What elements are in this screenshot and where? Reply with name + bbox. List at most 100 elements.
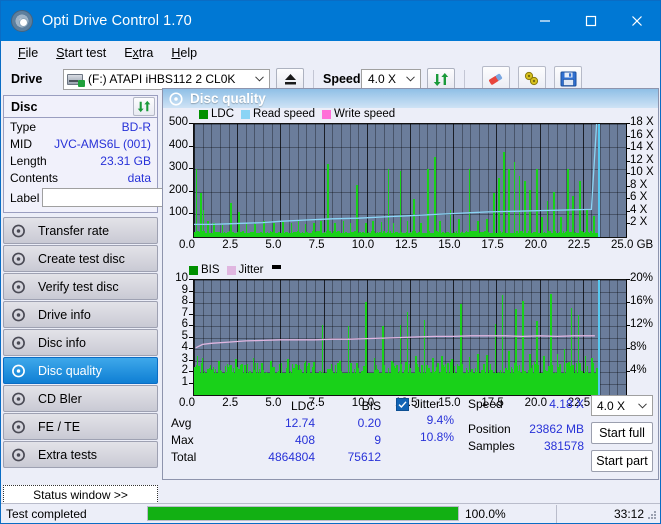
disc-label-key: Label <box>10 190 40 205</box>
sidebar-item-transfer-rate[interactable]: Transfer rate <box>3 217 158 244</box>
legend-item-bis: BIS <box>189 264 220 276</box>
stats-row-max: Max 408 9 <box>171 433 401 447</box>
speed-stat-value: 4.18 X <box>549 397 584 411</box>
test-speed-value: 4.0 X <box>597 398 626 413</box>
jitter-checkbox[interactable] <box>396 397 409 411</box>
disc-row-value: data <box>127 170 151 185</box>
speed-label: Speed <box>323 72 361 86</box>
stats-row-avg: Avg 12.74 0.20 <box>171 416 401 430</box>
stats-value-bis: 9 <box>374 433 381 447</box>
disc-icon <box>12 252 25 265</box>
sidebar-item-fe-te[interactable]: FE / TE <box>3 413 158 440</box>
chart2-legend: BIS Jitter <box>189 264 282 276</box>
eject-icon <box>284 73 296 84</box>
disc-icon <box>12 308 25 321</box>
disc-icon <box>169 91 183 106</box>
y-axis-tick-label: 100 <box>168 206 188 219</box>
stats-row-label: Total <box>171 450 197 464</box>
status-bar: Test completed 100.0% 33:12 <box>1 503 660 523</box>
resize-grip-icon[interactable] <box>646 509 657 520</box>
stats-row-label: Avg <box>171 416 192 430</box>
sidebar-item-label: FE / TE <box>38 419 81 434</box>
progress-percent: 100.0% <box>459 504 557 523</box>
speed-select[interactable]: 4.0 X <box>361 68 421 90</box>
x-axis-tick-label: 17.5 <box>481 239 504 251</box>
disc-row-key: Type <box>10 119 37 134</box>
sidebar-item-disc-quality[interactable]: Disc quality <box>3 357 158 384</box>
disc-row-value: BD-R <box>121 119 151 134</box>
y-axis-tick-mark <box>189 168 193 170</box>
sidebar-item-label: Create test disc <box>38 251 125 266</box>
y2-axis-tick-label: 16 X <box>630 128 654 141</box>
legend-marker-black <box>272 265 282 269</box>
panel-header: Disc quality <box>163 89 658 108</box>
check-icon <box>398 400 407 408</box>
window-controls <box>522 1 660 41</box>
y2-axis-tick-label: 4% <box>630 364 647 376</box>
x-axis-tick-label: 10.0 <box>351 239 375 251</box>
y2-axis-tick-label: 6 X <box>630 191 648 204</box>
app-icon <box>11 10 33 32</box>
stats-value-ldc: 408 <box>294 433 315 447</box>
disc-refresh-button[interactable] <box>133 97 155 116</box>
disc-row-value: 23.31 GB <box>100 153 151 168</box>
y-axis-tick-label: 6 <box>181 318 188 330</box>
toolbar-divider-2 <box>464 70 465 88</box>
sidebar-item-cd-bler[interactable]: CD Bler <box>3 385 158 412</box>
y2-axis-tick-mark <box>626 160 630 162</box>
end-of-data-marker <box>598 280 600 395</box>
y2-axis-tick-mark <box>626 348 630 349</box>
menu-item-extra[interactable]: Extra <box>115 44 162 62</box>
sidebar-item-label: Verify test disc <box>38 279 119 294</box>
y-axis-tick-mark <box>189 371 193 372</box>
chevron-down-icon <box>406 76 415 82</box>
sidebar-item-extra-tests[interactable]: Extra tests <box>3 441 158 468</box>
menu-item-help[interactable]: Help <box>162 44 206 62</box>
status-window-label: Status window >> <box>33 487 128 502</box>
menu-item-file[interactable]: FFileile <box>9 44 47 62</box>
disc-row-value: JVC-AMS6L (001) <box>54 136 151 151</box>
stats-value-bis: 0.20 <box>357 416 381 430</box>
menu-item-start-test[interactable]: Start test <box>47 44 115 62</box>
sidebar-item-create-test-disc[interactable]: Create test disc <box>3 245 158 272</box>
y2-axis-tick-mark <box>626 302 630 303</box>
y-axis-tick-label: 4 <box>181 341 188 353</box>
disc-row-key: MID <box>10 136 32 151</box>
sidebar-item-label: Disc info <box>38 335 86 350</box>
elapsed-time: 33:12 <box>613 506 644 521</box>
x-axis-tick-label: 12.5 <box>395 239 418 251</box>
y-axis-tick-mark <box>189 348 193 349</box>
start-part-button[interactable]: Start part <box>591 450 653 472</box>
start-full-button[interactable]: Start full <box>591 422 653 444</box>
legend-swatch-read-speed <box>241 109 251 119</box>
x-axis-tick-label: 5.0 <box>265 239 282 251</box>
y-axis-tick-mark <box>189 290 193 292</box>
status-window-button[interactable]: Status window >> <box>3 485 158 504</box>
close-icon[interactable] <box>614 1 660 41</box>
minimize-icon[interactable] <box>522 1 568 41</box>
app-window: Opti Drive Control 1.70 FFileile Start t… <box>0 0 661 524</box>
nav-list: Transfer rate Create test disc Verify te… <box>3 217 158 468</box>
chart-ldc-readspeed: LDC Read speed Write speed 100 200 300 400 5… <box>163 108 658 256</box>
y2-axis-tick-mark <box>626 173 630 175</box>
test-speed-select[interactable]: 4.0 X <box>591 395 653 416</box>
y-axis-tick-mark <box>189 359 193 361</box>
disc-row-key: Length <box>10 153 47 168</box>
chevron-down-icon <box>638 402 647 409</box>
stats-row-samples: Samples 381578 <box>468 439 588 453</box>
progress-bar-fill <box>148 507 458 520</box>
sidebar-item-disc-info[interactable]: Disc info <box>3 329 158 356</box>
sidebar-item-drive-info[interactable]: Drive info <box>3 301 158 328</box>
x-axis-tick-label: 25.0 GB <box>611 239 654 251</box>
x-axis-tick-label: 2.5 <box>222 239 239 251</box>
stats-row-position: Position 23862 MB <box>468 422 588 436</box>
end-of-data-marker <box>598 124 600 237</box>
sidebar-item-verify-test-disc[interactable]: Verify test disc <box>3 273 158 300</box>
drive-select[interactable]: (F:) ATAPI iHBS112 2 CL0K <box>63 68 270 90</box>
stats-value-bis: 75612 <box>347 450 381 464</box>
y-axis-tick-label: 200 <box>168 183 188 196</box>
maximize-icon[interactable] <box>568 1 614 41</box>
disc-info-box: Disc Type BD-R MID JVC-AMS6L (001) Lengt… <box>3 95 246 213</box>
stats-header-bis: BIS <box>361 399 381 413</box>
left-panel: Disc Type BD-R MID JVC-AMS6L (001) Lengt… <box>3 95 246 480</box>
